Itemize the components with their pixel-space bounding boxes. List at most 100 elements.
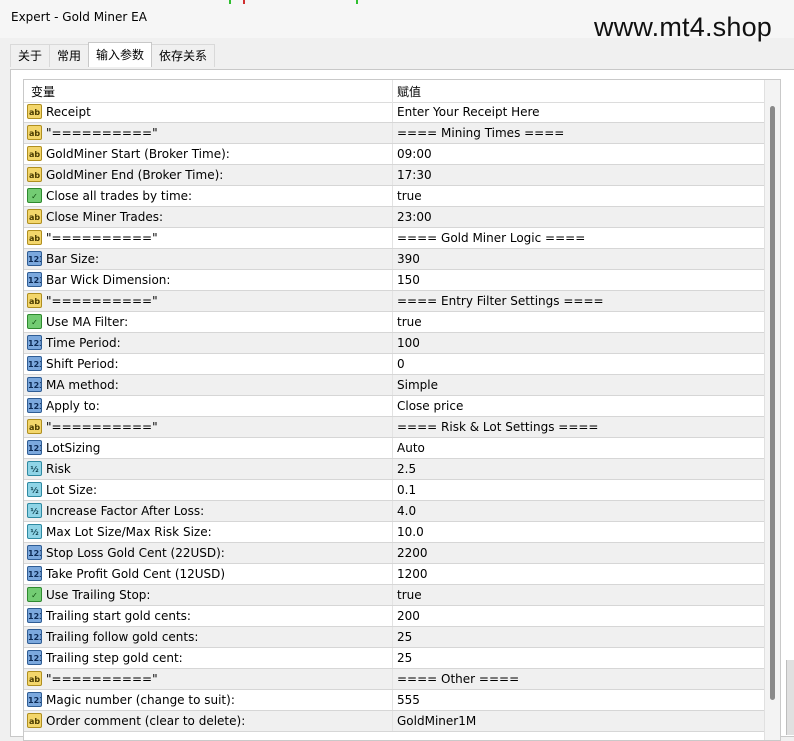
- integer-type-icon: 123: [27, 608, 42, 623]
- parameter-row[interactable]: ✓ Close all trades by time: true: [24, 186, 764, 207]
- parameter-row[interactable]: 123 LotSizing Auto: [24, 438, 764, 459]
- parameter-row[interactable]: ab Close Miner Trades: 23:00: [24, 207, 764, 228]
- parameter-row[interactable]: ab "==========" ==== Entry Filter Settings…: [24, 291, 764, 312]
- parameter-row[interactable]: ab "==========" ==== Mining Times ====: [24, 123, 764, 144]
- tab-bar: 关于 常用 输入参数 依存关系: [10, 42, 216, 68]
- parameter-value[interactable]: 2.5: [397, 462, 416, 476]
- parameter-row[interactable]: 123 Trailing step gold cent: 25: [24, 648, 764, 669]
- integer-type-icon: 123: [27, 545, 42, 560]
- parameter-row[interactable]: 123 Shift Period: 0: [24, 354, 764, 375]
- cell-separator: [392, 333, 393, 353]
- string-type-icon: ab: [27, 146, 42, 161]
- parameter-name: Trailing step gold cent:: [46, 651, 183, 665]
- cell-separator: [392, 459, 393, 479]
- parameter-value[interactable]: Close price: [397, 399, 463, 413]
- parameter-value[interactable]: true: [397, 315, 422, 329]
- tab-inputs[interactable]: 输入参数: [88, 42, 153, 67]
- parameter-value[interactable]: 200: [397, 609, 420, 623]
- parameter-row[interactable]: ½ Risk 2.5: [24, 459, 764, 480]
- parameter-value[interactable]: Auto: [397, 441, 425, 455]
- column-header-variable[interactable]: 变量: [31, 83, 55, 100]
- cell-separator: [392, 585, 393, 605]
- parameter-value[interactable]: 390: [397, 252, 420, 266]
- column-header-value[interactable]: 赋值: [397, 83, 421, 100]
- parameter-name: Close Miner Trades:: [46, 210, 164, 224]
- parameter-row[interactable]: ab Receipt Enter Your Receipt Here: [24, 102, 764, 123]
- cell-separator: [392, 690, 393, 710]
- parameter-value[interactable]: 1200: [397, 567, 428, 581]
- cell-separator: [392, 102, 393, 122]
- parameter-value[interactable]: 0: [397, 357, 405, 371]
- tab-dependencies[interactable]: 依存关系: [151, 44, 216, 67]
- parameter-value[interactable]: 17:30: [397, 168, 432, 182]
- double-type-icon: ½: [27, 503, 42, 518]
- tab-about[interactable]: 关于: [10, 44, 51, 67]
- double-type-icon: ½: [27, 461, 42, 476]
- parameter-row[interactable]: ab "==========" ==== Risk & Lot Settings =…: [24, 417, 764, 438]
- parameter-value[interactable]: GoldMiner1M: [397, 714, 476, 728]
- parameter-value[interactable]: ==== Entry Filter Settings ====: [397, 294, 604, 308]
- parameter-value[interactable]: ==== Other ====: [397, 672, 519, 686]
- parameter-row[interactable]: ✓ Use MA Filter: true: [24, 312, 764, 333]
- parameter-row[interactable]: 123 Magic number (change to suit): 555: [24, 690, 764, 711]
- parameter-value[interactable]: Simple: [397, 378, 438, 392]
- parameter-row[interactable]: 123 MA method: Simple: [24, 375, 764, 396]
- cell-separator: [392, 669, 393, 689]
- parameter-row[interactable]: 123 Apply to: Close price: [24, 396, 764, 417]
- parameter-row[interactable]: ab GoldMiner End (Broker Time): 17:30: [24, 165, 764, 186]
- parameter-value[interactable]: Enter Your Receipt Here: [397, 105, 540, 119]
- parameter-row[interactable]: ½ Increase Factor After Loss: 4.0: [24, 501, 764, 522]
- parameter-value[interactable]: ==== Gold Miner Logic ====: [397, 231, 585, 245]
- parameter-value[interactable]: 23:00: [397, 210, 432, 224]
- string-type-icon: ab: [27, 671, 42, 686]
- string-type-icon: ab: [27, 230, 42, 245]
- parameter-row[interactable]: 123 Time Period: 100: [24, 333, 764, 354]
- parameter-value[interactable]: ==== Mining Times ====: [397, 126, 564, 140]
- window-title: Expert - Gold Miner EA: [11, 10, 147, 24]
- parameter-row[interactable]: 123 Bar Size: 390: [24, 249, 764, 270]
- integer-type-icon: 123: [27, 272, 42, 287]
- integer-type-icon: 123: [27, 440, 42, 455]
- parameter-name: Use MA Filter:: [46, 315, 129, 329]
- parameter-row[interactable]: 123 Stop Loss Gold Cent (22USD): 2200: [24, 543, 764, 564]
- parameter-row[interactable]: 123 Trailing start gold cents: 200: [24, 606, 764, 627]
- string-type-icon: ab: [27, 167, 42, 182]
- cell-separator: [392, 354, 393, 374]
- parameter-value[interactable]: 10.0: [397, 525, 424, 539]
- column-separator[interactable]: [392, 80, 393, 102]
- parameter-value[interactable]: true: [397, 588, 422, 602]
- cell-separator: [392, 186, 393, 206]
- cell-separator: [392, 123, 393, 143]
- parameter-name: Time Period:: [46, 336, 121, 350]
- parameter-value[interactable]: ==== Risk & Lot Settings ====: [397, 420, 598, 434]
- parameter-name: GoldMiner End (Broker Time):: [46, 168, 224, 182]
- parameter-value[interactable]: 100: [397, 336, 420, 350]
- parameter-row[interactable]: ½ Max Lot Size/Max Risk Size: 10.0: [24, 522, 764, 543]
- vertical-scrollbar[interactable]: [764, 80, 780, 740]
- cell-separator: [392, 396, 393, 416]
- parameter-row[interactable]: 123 Take Profit Gold Cent (12USD) 1200: [24, 564, 764, 585]
- scrollbar-thumb[interactable]: [770, 106, 775, 700]
- parameter-row[interactable]: ab "==========" ==== Other ====: [24, 669, 764, 690]
- parameter-value[interactable]: 2200: [397, 546, 428, 560]
- parameter-row[interactable]: ½ Lot Size: 0.1: [24, 480, 764, 501]
- window-titlebar: Expert - Gold Miner EA www.mt4.shop: [0, 0, 794, 42]
- parameter-value[interactable]: 09:00: [397, 147, 432, 161]
- parameter-value[interactable]: 0.1: [397, 483, 416, 497]
- parameter-row[interactable]: ✓ Use Trailing Stop: true: [24, 585, 764, 606]
- string-type-icon: ab: [27, 293, 42, 308]
- parameter-value[interactable]: 25: [397, 630, 412, 644]
- parameter-row[interactable]: ab GoldMiner Start (Broker Time): 09:00: [24, 144, 764, 165]
- tab-common[interactable]: 常用: [49, 44, 90, 67]
- parameter-row[interactable]: ab "==========" ==== Gold Miner Logic ====: [24, 228, 764, 249]
- inputs-panel: 变量 赋值 ab Receipt Enter Your Receipt Here ab…: [10, 69, 794, 741]
- chart-line-fragment: [243, 0, 245, 4]
- parameter-row[interactable]: 123 Bar Wick Dimension: 150: [24, 270, 764, 291]
- parameter-value[interactable]: true: [397, 189, 422, 203]
- parameter-value[interactable]: 150: [397, 273, 420, 287]
- parameter-row[interactable]: 123 Trailing follow gold cents: 25: [24, 627, 764, 648]
- parameter-value[interactable]: 4.0: [397, 504, 416, 518]
- parameter-value[interactable]: 25: [397, 651, 412, 665]
- parameter-value[interactable]: 555: [397, 693, 420, 707]
- parameter-row[interactable]: ab Order comment (clear to delete): GoldMi…: [24, 711, 764, 732]
